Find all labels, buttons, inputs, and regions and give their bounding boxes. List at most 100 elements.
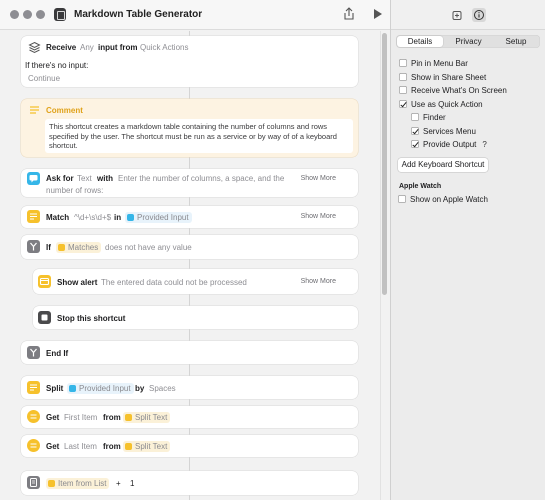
title-bar: Markdown Table Generator bbox=[0, 0, 390, 30]
receive-label: Receive bbox=[46, 43, 77, 52]
split-label: Split bbox=[46, 384, 64, 393]
if-condition-token[interactable]: does not have any value bbox=[105, 243, 192, 252]
option-label: Use as Quick Action bbox=[411, 100, 483, 109]
comment-text[interactable]: This shortcut creates a markdown table c… bbox=[45, 119, 353, 153]
last-item-token[interactable]: Last Item bbox=[64, 442, 97, 451]
option-show-in-share-sheet[interactable]: Show in Share Sheet bbox=[399, 72, 486, 83]
alert-message-token[interactable]: The entered data could not be processed bbox=[101, 278, 247, 287]
get-first-action[interactable]: Get First Item from Split Text bbox=[21, 406, 358, 428]
match-in-label: in bbox=[114, 213, 122, 222]
run-button[interactable] bbox=[369, 6, 385, 22]
inspector-panel: Details Privacy Setup Pin in Menu Bar Sh… bbox=[390, 0, 545, 500]
ask-prompt-line2[interactable]: number of rows: bbox=[46, 186, 103, 195]
if-action[interactable]: If Matches does not have any value bbox=[21, 235, 358, 259]
share-button[interactable] bbox=[341, 6, 357, 22]
if-icon bbox=[27, 240, 40, 253]
library-button[interactable] bbox=[450, 8, 464, 22]
split-text-variable[interactable]: Split Text bbox=[123, 441, 171, 452]
receive-action[interactable]: Receive Any input from Quick Actions If … bbox=[21, 36, 358, 87]
stop-label: Stop this shortcut bbox=[57, 314, 126, 323]
end-if-label: End If bbox=[46, 349, 69, 358]
option-label: Provide Output bbox=[423, 140, 477, 149]
details-info-button[interactable] bbox=[472, 8, 486, 22]
end-if-icon bbox=[27, 346, 40, 359]
checkbox-services-menu[interactable] bbox=[411, 127, 419, 135]
option-receive-on-screen[interactable]: Receive What's On Screen bbox=[399, 85, 507, 96]
tab-setup[interactable]: Setup bbox=[493, 36, 539, 47]
comment-icon bbox=[28, 104, 41, 117]
get-icon bbox=[27, 439, 40, 452]
operand-token[interactable]: 1 bbox=[130, 479, 134, 488]
option-label: Receive What's On Screen bbox=[411, 86, 507, 95]
split-action[interactable]: Split Provided Input by Spaces bbox=[21, 376, 358, 399]
apple-watch-heading: Apple Watch bbox=[399, 183, 442, 190]
stop-action[interactable]: Stop this shortcut bbox=[33, 306, 358, 329]
option-provide-output[interactable]: Provide Output? bbox=[411, 139, 487, 150]
show-more-match[interactable]: Show More bbox=[301, 213, 336, 220]
get-last-label: Get bbox=[46, 442, 60, 451]
checkbox-pin-in-menu-bar[interactable] bbox=[399, 59, 407, 67]
minimize-window-button[interactable] bbox=[23, 10, 32, 19]
receive-source-token[interactable]: Quick Actions bbox=[140, 43, 188, 52]
provided-input-variable[interactable]: Provided Input bbox=[125, 212, 192, 223]
item-from-list-variable[interactable]: Item from List bbox=[46, 478, 110, 489]
checkbox-finder[interactable] bbox=[411, 113, 419, 121]
checkbox-receive-on-screen[interactable] bbox=[399, 86, 407, 94]
match-icon bbox=[27, 210, 40, 223]
get-icon bbox=[27, 410, 40, 423]
option-label: Pin in Menu Bar bbox=[411, 59, 468, 68]
split-separator-token[interactable]: Spaces bbox=[149, 384, 176, 393]
matches-variable[interactable]: Matches bbox=[56, 242, 102, 253]
option-label: Finder bbox=[423, 113, 446, 122]
split-input-variable[interactable]: Provided Input bbox=[67, 383, 134, 394]
option-pin-in-menu-bar[interactable]: Pin in Menu Bar bbox=[399, 58, 468, 69]
get-first-from-label: from bbox=[103, 413, 121, 422]
option-finder[interactable]: Finder bbox=[411, 112, 446, 123]
end-if-action[interactable]: End If bbox=[21, 341, 358, 364]
zoom-window-button[interactable] bbox=[36, 10, 45, 19]
checkbox-show-in-share-sheet[interactable] bbox=[399, 73, 407, 81]
get-last-action[interactable]: Get Last Item from Split Text bbox=[21, 435, 358, 457]
option-show-on-apple-watch[interactable]: Show on Apple Watch bbox=[398, 194, 488, 205]
no-input-value[interactable]: Continue bbox=[28, 74, 60, 83]
show-more-alert[interactable]: Show More bbox=[301, 278, 336, 285]
shortcut-editor[interactable]: Receive Any input from Quick Actions If … bbox=[0, 31, 390, 500]
close-window-button[interactable] bbox=[10, 10, 19, 19]
tab-details[interactable]: Details bbox=[397, 36, 443, 47]
split-text-variable[interactable]: Split Text bbox=[123, 412, 171, 423]
help-icon[interactable]: ? bbox=[482, 139, 486, 150]
checkbox-use-as-quick-action[interactable] bbox=[399, 100, 407, 108]
checkbox-provide-output[interactable] bbox=[411, 140, 419, 148]
comment-action[interactable]: Comment This shortcut creates a markdown… bbox=[21, 99, 358, 157]
show-more-ask[interactable]: Show More bbox=[301, 175, 336, 182]
match-action[interactable]: Match ^\d+\s\d+$ in Provided Input Show … bbox=[21, 206, 358, 228]
first-item-token[interactable]: First Item bbox=[64, 413, 97, 422]
ask-action[interactable]: Ask for Text with Enter the number of co… bbox=[21, 169, 358, 197]
receive-type-token[interactable]: Any bbox=[80, 43, 94, 52]
ask-type-token[interactable]: Text bbox=[77, 174, 92, 183]
alert-action[interactable]: Show alert The entered data could not be… bbox=[33, 269, 358, 294]
tab-privacy[interactable]: Privacy bbox=[445, 36, 492, 47]
editor-scroll-thumb[interactable] bbox=[382, 33, 387, 295]
calculate-icon bbox=[27, 476, 40, 489]
ask-prompt-line1[interactable]: Enter the number of columns, a space, an… bbox=[118, 174, 284, 183]
input-from-label: input from bbox=[98, 43, 138, 52]
inspector-toolbar bbox=[391, 0, 545, 30]
alert-icon bbox=[38, 275, 51, 288]
option-label: Services Menu bbox=[423, 127, 476, 136]
checkbox-show-on-apple-watch[interactable] bbox=[398, 195, 406, 203]
stop-icon bbox=[38, 311, 51, 324]
option-label: Show in Share Sheet bbox=[411, 73, 487, 82]
add-keyboard-shortcut-button[interactable]: Add Keyboard Shortcut bbox=[398, 158, 488, 172]
if-label: If bbox=[46, 243, 51, 252]
match-pattern-token[interactable]: ^\d+\s\d+$ bbox=[74, 213, 111, 222]
info-icon bbox=[474, 10, 484, 20]
comment-title: Comment bbox=[46, 106, 83, 115]
option-services-menu[interactable]: Services Menu bbox=[411, 126, 476, 137]
no-input-label: If there's no input: bbox=[25, 61, 89, 70]
option-use-as-quick-action[interactable]: Use as Quick Action bbox=[399, 99, 483, 110]
receive-icon bbox=[28, 41, 41, 54]
ask-icon bbox=[27, 172, 40, 185]
operator-token[interactable]: + bbox=[116, 479, 121, 488]
calculate-action[interactable]: Item from List + 1 bbox=[21, 471, 358, 495]
